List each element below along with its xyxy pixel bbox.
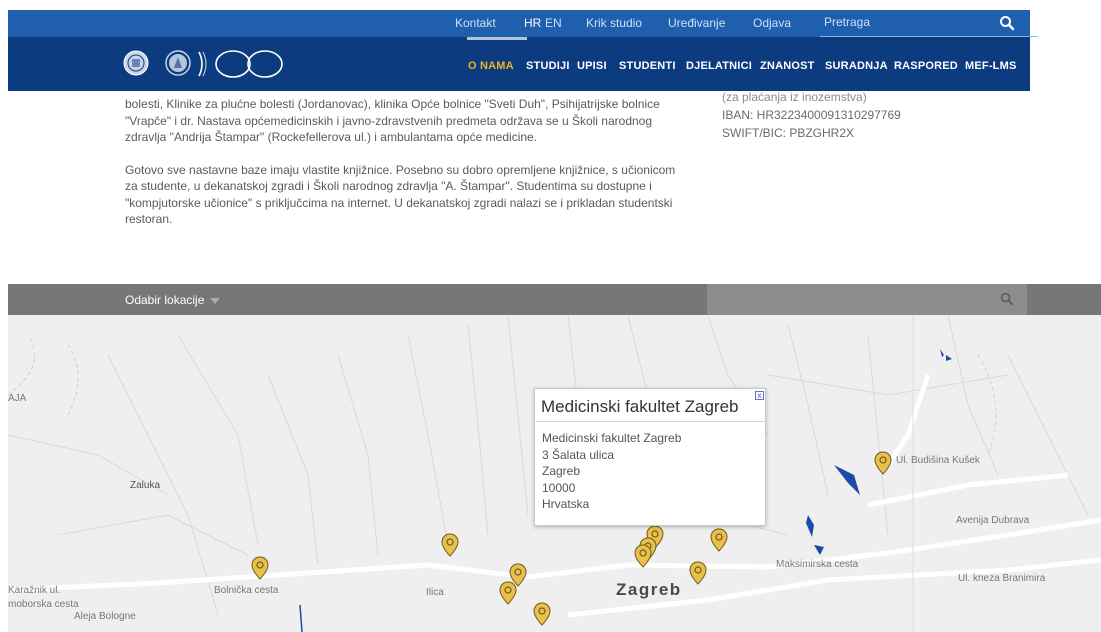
map-label: Ilica	[426, 587, 444, 598]
logout-link[interactable]: Odjava	[753, 16, 791, 30]
nav-item-mef-lms[interactable]: MEF-LMS	[965, 60, 1017, 72]
iban-text: IBAN: HR3223400091310297769	[722, 108, 901, 122]
map-pin-icon[interactable]	[634, 544, 652, 568]
map-pin-icon[interactable]	[689, 561, 707, 585]
nav-item-o-nama[interactable]: O NAMA	[468, 60, 514, 72]
text-line: "Vrapče" i dr. Nastava općemedicinskih i…	[125, 113, 653, 128]
lang-en-link[interactable]: EN	[545, 16, 562, 30]
popup-address: Medicinski fakultet Zagreb 3 Šalata ulic…	[535, 422, 765, 513]
nav-item-znanost[interactable]: ZNANOST	[760, 60, 815, 72]
close-icon[interactable]: x	[755, 391, 764, 400]
search-input[interactable]: Pretraga	[824, 15, 870, 29]
nav-item-upisi[interactable]: UPISI	[577, 60, 607, 72]
text-line: bolesti, Klinike za plućne bolesti (Jord…	[125, 97, 660, 111]
payment-note: (za plaćanja iz inozemstva)	[722, 90, 867, 104]
nav-item-raspored[interactable]: RASPORED	[894, 60, 958, 72]
search-icon[interactable]	[999, 15, 1015, 31]
anniversary-100-logo[interactable]	[195, 48, 291, 80]
popup-line: 3 Šalata ulica	[542, 447, 615, 462]
map-label: Ul. kneza Branimira	[958, 573, 1046, 584]
location-bar: Odabir lokacije	[8, 284, 1101, 315]
popup-title: Medicinski fakultet Zagreb	[535, 389, 765, 422]
map-pin-icon[interactable]	[710, 528, 728, 552]
map-pin-icon[interactable]	[251, 556, 269, 580]
location-search-input[interactable]	[707, 284, 1027, 315]
popup-line: Zagreb	[542, 464, 581, 478]
popup-line: 10000	[542, 480, 576, 495]
map-pin-icon[interactable]	[499, 581, 517, 605]
edit-link[interactable]: Uređivanje	[668, 16, 725, 30]
paragraph-libraries: Gotovo sve nastavne baze imaju vlastite …	[125, 162, 715, 228]
map-label: AJA	[8, 393, 27, 404]
text-line: zdravlja "Andrija Štampar" (Rockefellero…	[125, 130, 538, 144]
map-pin-icon[interactable]	[441, 533, 459, 557]
payment-info: (za plaćanja iz inozemstva) IBAN: HR3223…	[722, 88, 972, 142]
map-pin-icon[interactable]	[533, 602, 551, 626]
map-label: moborska cesta	[8, 599, 79, 610]
magnifier-icon[interactable]	[1000, 292, 1014, 306]
map-info-popup: Medicinski fakultet Zagreb x Medicinski …	[534, 388, 766, 526]
contact-link[interactable]: Kontakt	[455, 16, 496, 30]
faculty-emblem-icon[interactable]	[165, 50, 191, 76]
map-pin-icon[interactable]	[874, 451, 892, 475]
map-label: Avenija Dubrava	[956, 515, 1030, 526]
popup-line: Hrvatska	[542, 497, 590, 511]
nav-item-studenti[interactable]: STUDENTI	[619, 60, 676, 72]
caret-down-icon[interactable]	[210, 298, 220, 304]
text-line: za studente, u dekanatskoj zgradi i Škol…	[125, 179, 652, 193]
nav-active-indicator	[467, 37, 527, 40]
nav-item-studiji[interactable]: STUDIJI	[526, 60, 570, 72]
text-line: Gotovo sve nastavne baze imaju vlastite …	[125, 162, 676, 177]
paragraph-clinical-bases: bolesti, Klinike za plućne bolesti (Jord…	[125, 96, 715, 146]
popup-line: Medicinski fakultet Zagreb	[542, 431, 682, 445]
swift-text: SWIFT/BIC: PBZGHR2X	[722, 126, 855, 140]
city-label: Zagreb	[616, 580, 682, 599]
nav-item-djelatnici[interactable]: DJELATNICI	[686, 60, 752, 72]
map-label: Bolnička cesta	[214, 585, 279, 596]
map-label: Zaluka	[130, 480, 161, 491]
map-label: Maksimirska cesta	[776, 559, 859, 570]
location-dropdown[interactable]: Odabir lokacije	[125, 293, 204, 307]
main-navbar: O NAMA STUDIJI UPISI STUDENTI DJELATNICI…	[8, 37, 1030, 91]
utility-bar: Kontakt HR EN Krik studio Uređivanje Odj…	[8, 10, 1038, 37]
lang-hr-link[interactable]: HR	[524, 16, 541, 30]
krik-studio-link[interactable]: Krik studio	[586, 16, 642, 30]
map-label: Ul. Budišina Kušek	[896, 455, 980, 466]
article-text: bolesti, Klinike za plućne bolesti (Jord…	[125, 96, 715, 244]
university-seal-icon[interactable]	[123, 50, 149, 76]
text-line: restoran.	[125, 212, 173, 226]
map-label: Karažnik ul.	[8, 585, 61, 596]
nav-item-suradnja[interactable]: SURADNJA	[825, 60, 888, 72]
text-line: "kompjutorske učionice" s priključcima n…	[125, 195, 673, 210]
map-label: Aleja Bologne	[74, 611, 136, 622]
